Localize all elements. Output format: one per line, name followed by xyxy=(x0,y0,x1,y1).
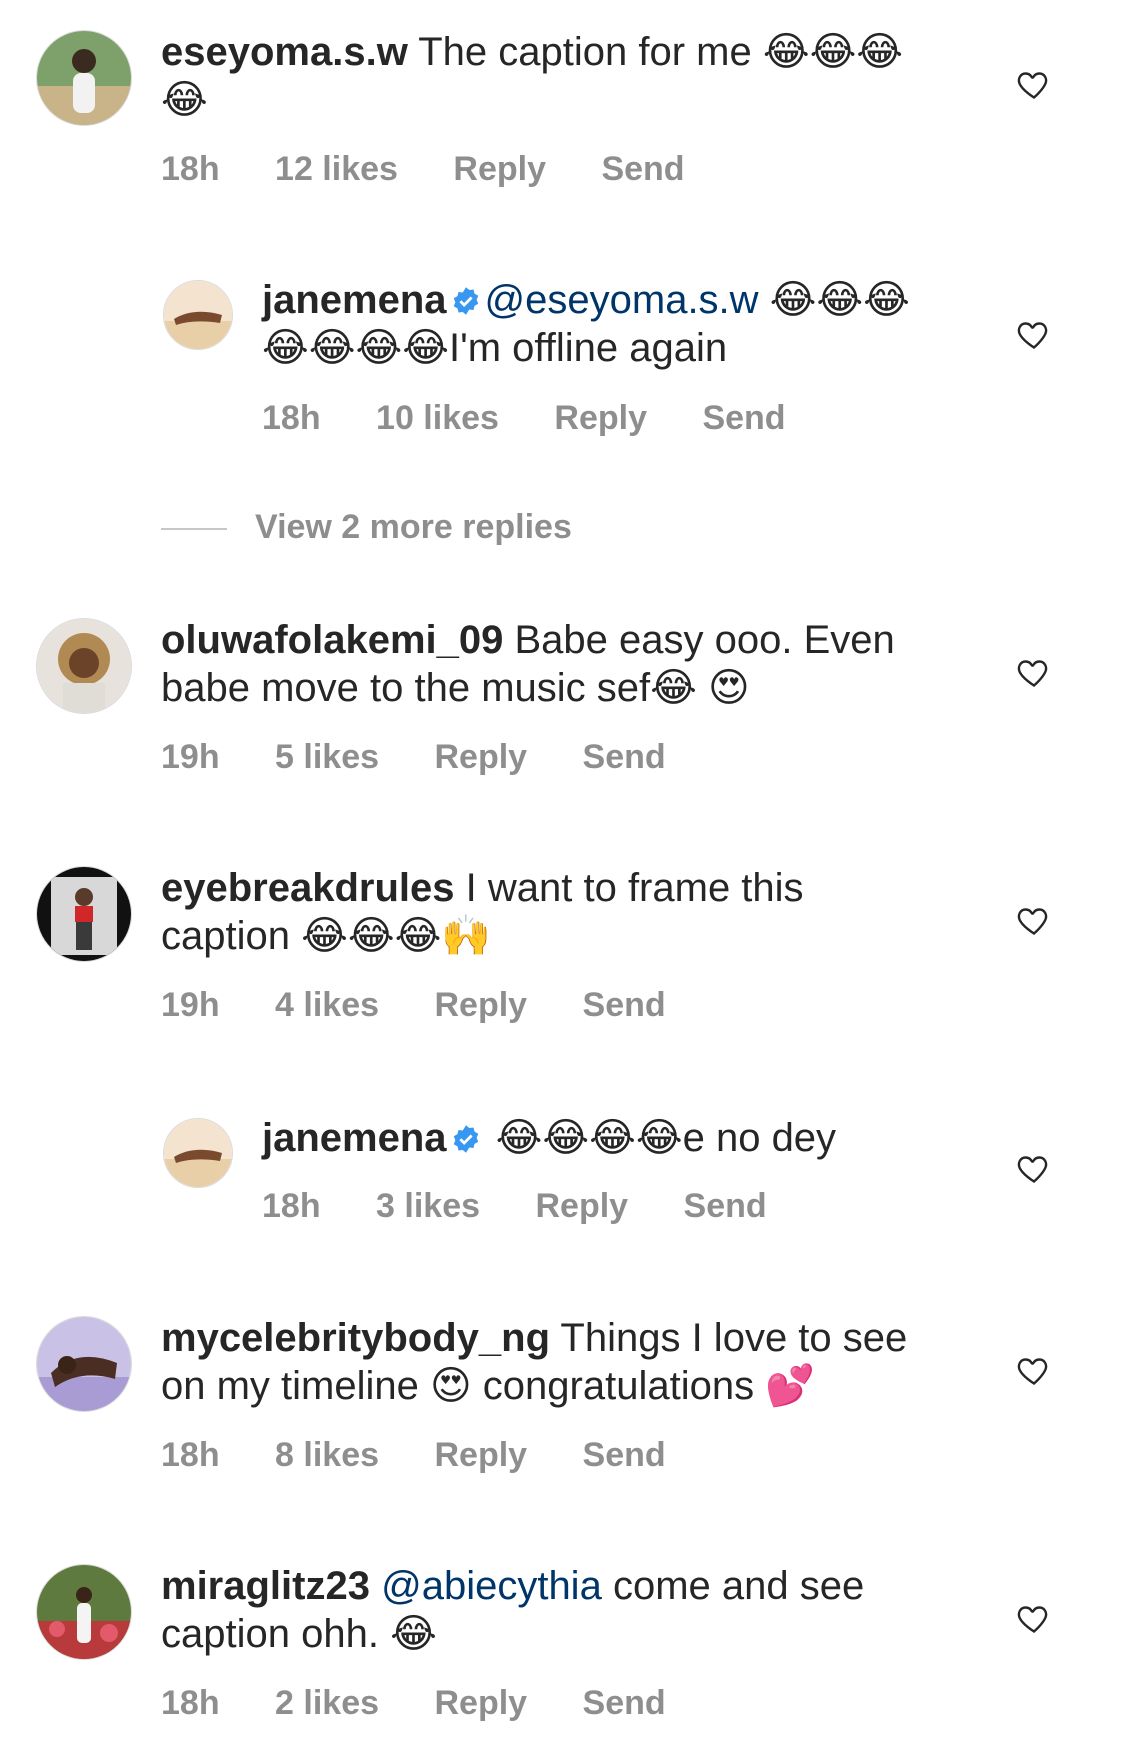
comment-time: 18h xyxy=(161,1684,220,1722)
verified-badge-icon xyxy=(453,287,478,315)
view-more-replies-label[interactable]: View 2 more replies xyxy=(255,508,572,546)
verified-badge-icon xyxy=(453,1125,478,1153)
reply-button[interactable]: Reply xyxy=(554,399,647,437)
reply-button[interactable]: Reply xyxy=(434,1436,527,1474)
comment-text: janemena @eseyoma.s.w 😂😂😂😂😂😂😂I'm offline … xyxy=(262,276,942,372)
comment-meta: 18h 10 likes Reply Send xyxy=(262,399,832,438)
comment-meta: 18h 8 likes Reply Send xyxy=(161,1436,712,1475)
comment-meta: 19h 4 likes Reply Send xyxy=(161,986,712,1025)
send-button[interactable]: Send xyxy=(601,150,684,188)
comment-text: eyebreakdrules I want to frame this capt… xyxy=(161,864,941,960)
comment-text: miraglitz23 @abiecythia come and see cap… xyxy=(161,1562,941,1658)
comment-username[interactable]: oluwafolakemi_09 xyxy=(161,618,503,662)
comment-time: 18h xyxy=(262,399,321,437)
comment-time: 18h xyxy=(262,1187,321,1225)
heart-icon[interactable] xyxy=(1016,66,1052,102)
avatar[interactable] xyxy=(163,280,233,350)
comment-username[interactable]: miraglitz23 xyxy=(161,1564,370,1608)
heart-icon[interactable] xyxy=(1016,654,1052,690)
avatar[interactable] xyxy=(36,1564,132,1660)
reply-button[interactable]: Reply xyxy=(434,1684,527,1722)
comment-meta: 18h 3 likes Reply Send xyxy=(262,1187,813,1226)
comment-username[interactable]: eseyoma.s.w xyxy=(161,30,408,74)
comment-text: eseyoma.s.w The caption for me 😂😂😂😂 xyxy=(161,28,941,124)
heart-icon[interactable] xyxy=(1016,902,1052,938)
likes-count[interactable]: 8 likes xyxy=(275,1436,379,1474)
comment-text: mycelebritybody_ng Things I love to see … xyxy=(161,1314,941,1410)
avatar[interactable] xyxy=(36,866,132,962)
avatar[interactable] xyxy=(36,30,132,126)
likes-count[interactable]: 4 likes xyxy=(275,986,379,1024)
mention-link[interactable]: @eseyoma.s.w xyxy=(485,278,759,322)
divider-line xyxy=(161,528,227,531)
comment-meta: 18h 12 likes Reply Send xyxy=(161,150,731,189)
comment-username[interactable]: eyebreakdrules xyxy=(161,866,455,910)
likes-count[interactable]: 2 likes xyxy=(275,1684,379,1722)
heart-icon[interactable] xyxy=(1016,1150,1052,1186)
reply-button[interactable]: Reply xyxy=(434,738,527,776)
send-button[interactable]: Send xyxy=(583,738,666,776)
comment-time: 18h xyxy=(161,1436,220,1474)
view-more-replies-button[interactable]: View 2 more replies xyxy=(161,508,572,547)
comment-time: 19h xyxy=(161,986,220,1024)
comment-meta: 19h 5 likes Reply Send xyxy=(161,738,712,777)
mention-link[interactable]: @abiecythia xyxy=(381,1564,602,1608)
comment-message: 😂😂😂😂e no dey xyxy=(484,1116,837,1160)
comment-time: 19h xyxy=(161,738,220,776)
likes-count[interactable]: 10 likes xyxy=(376,399,499,437)
send-button[interactable]: Send xyxy=(702,399,785,437)
send-button[interactable]: Send xyxy=(684,1187,767,1225)
comment-username[interactable]: janemena xyxy=(262,1116,447,1160)
reply-button[interactable]: Reply xyxy=(434,986,527,1024)
avatar[interactable] xyxy=(36,1316,132,1412)
likes-count[interactable]: 5 likes xyxy=(275,738,379,776)
comment-text: oluwafolakemi_09 Babe easy ooo. Even bab… xyxy=(161,616,941,712)
send-button[interactable]: Send xyxy=(583,986,666,1024)
reply-button[interactable]: Reply xyxy=(535,1187,628,1225)
likes-count[interactable]: 12 likes xyxy=(275,150,398,188)
comment-text: janemena 😂😂😂😂e no dey xyxy=(262,1114,942,1162)
heart-icon[interactable] xyxy=(1016,1600,1052,1636)
comment-username[interactable]: janemena xyxy=(262,278,447,322)
comment-time: 18h xyxy=(161,150,220,188)
send-button[interactable]: Send xyxy=(583,1684,666,1722)
avatar[interactable] xyxy=(163,1118,233,1188)
likes-count[interactable]: 3 likes xyxy=(376,1187,480,1225)
reply-button[interactable]: Reply xyxy=(453,150,546,188)
heart-icon[interactable] xyxy=(1016,316,1052,352)
heart-icon[interactable] xyxy=(1016,1352,1052,1388)
avatar[interactable] xyxy=(36,618,132,714)
send-button[interactable]: Send xyxy=(583,1436,666,1474)
comment-meta: 18h 2 likes Reply Send xyxy=(161,1684,712,1723)
comment-username[interactable]: mycelebritybody_ng xyxy=(161,1316,550,1360)
